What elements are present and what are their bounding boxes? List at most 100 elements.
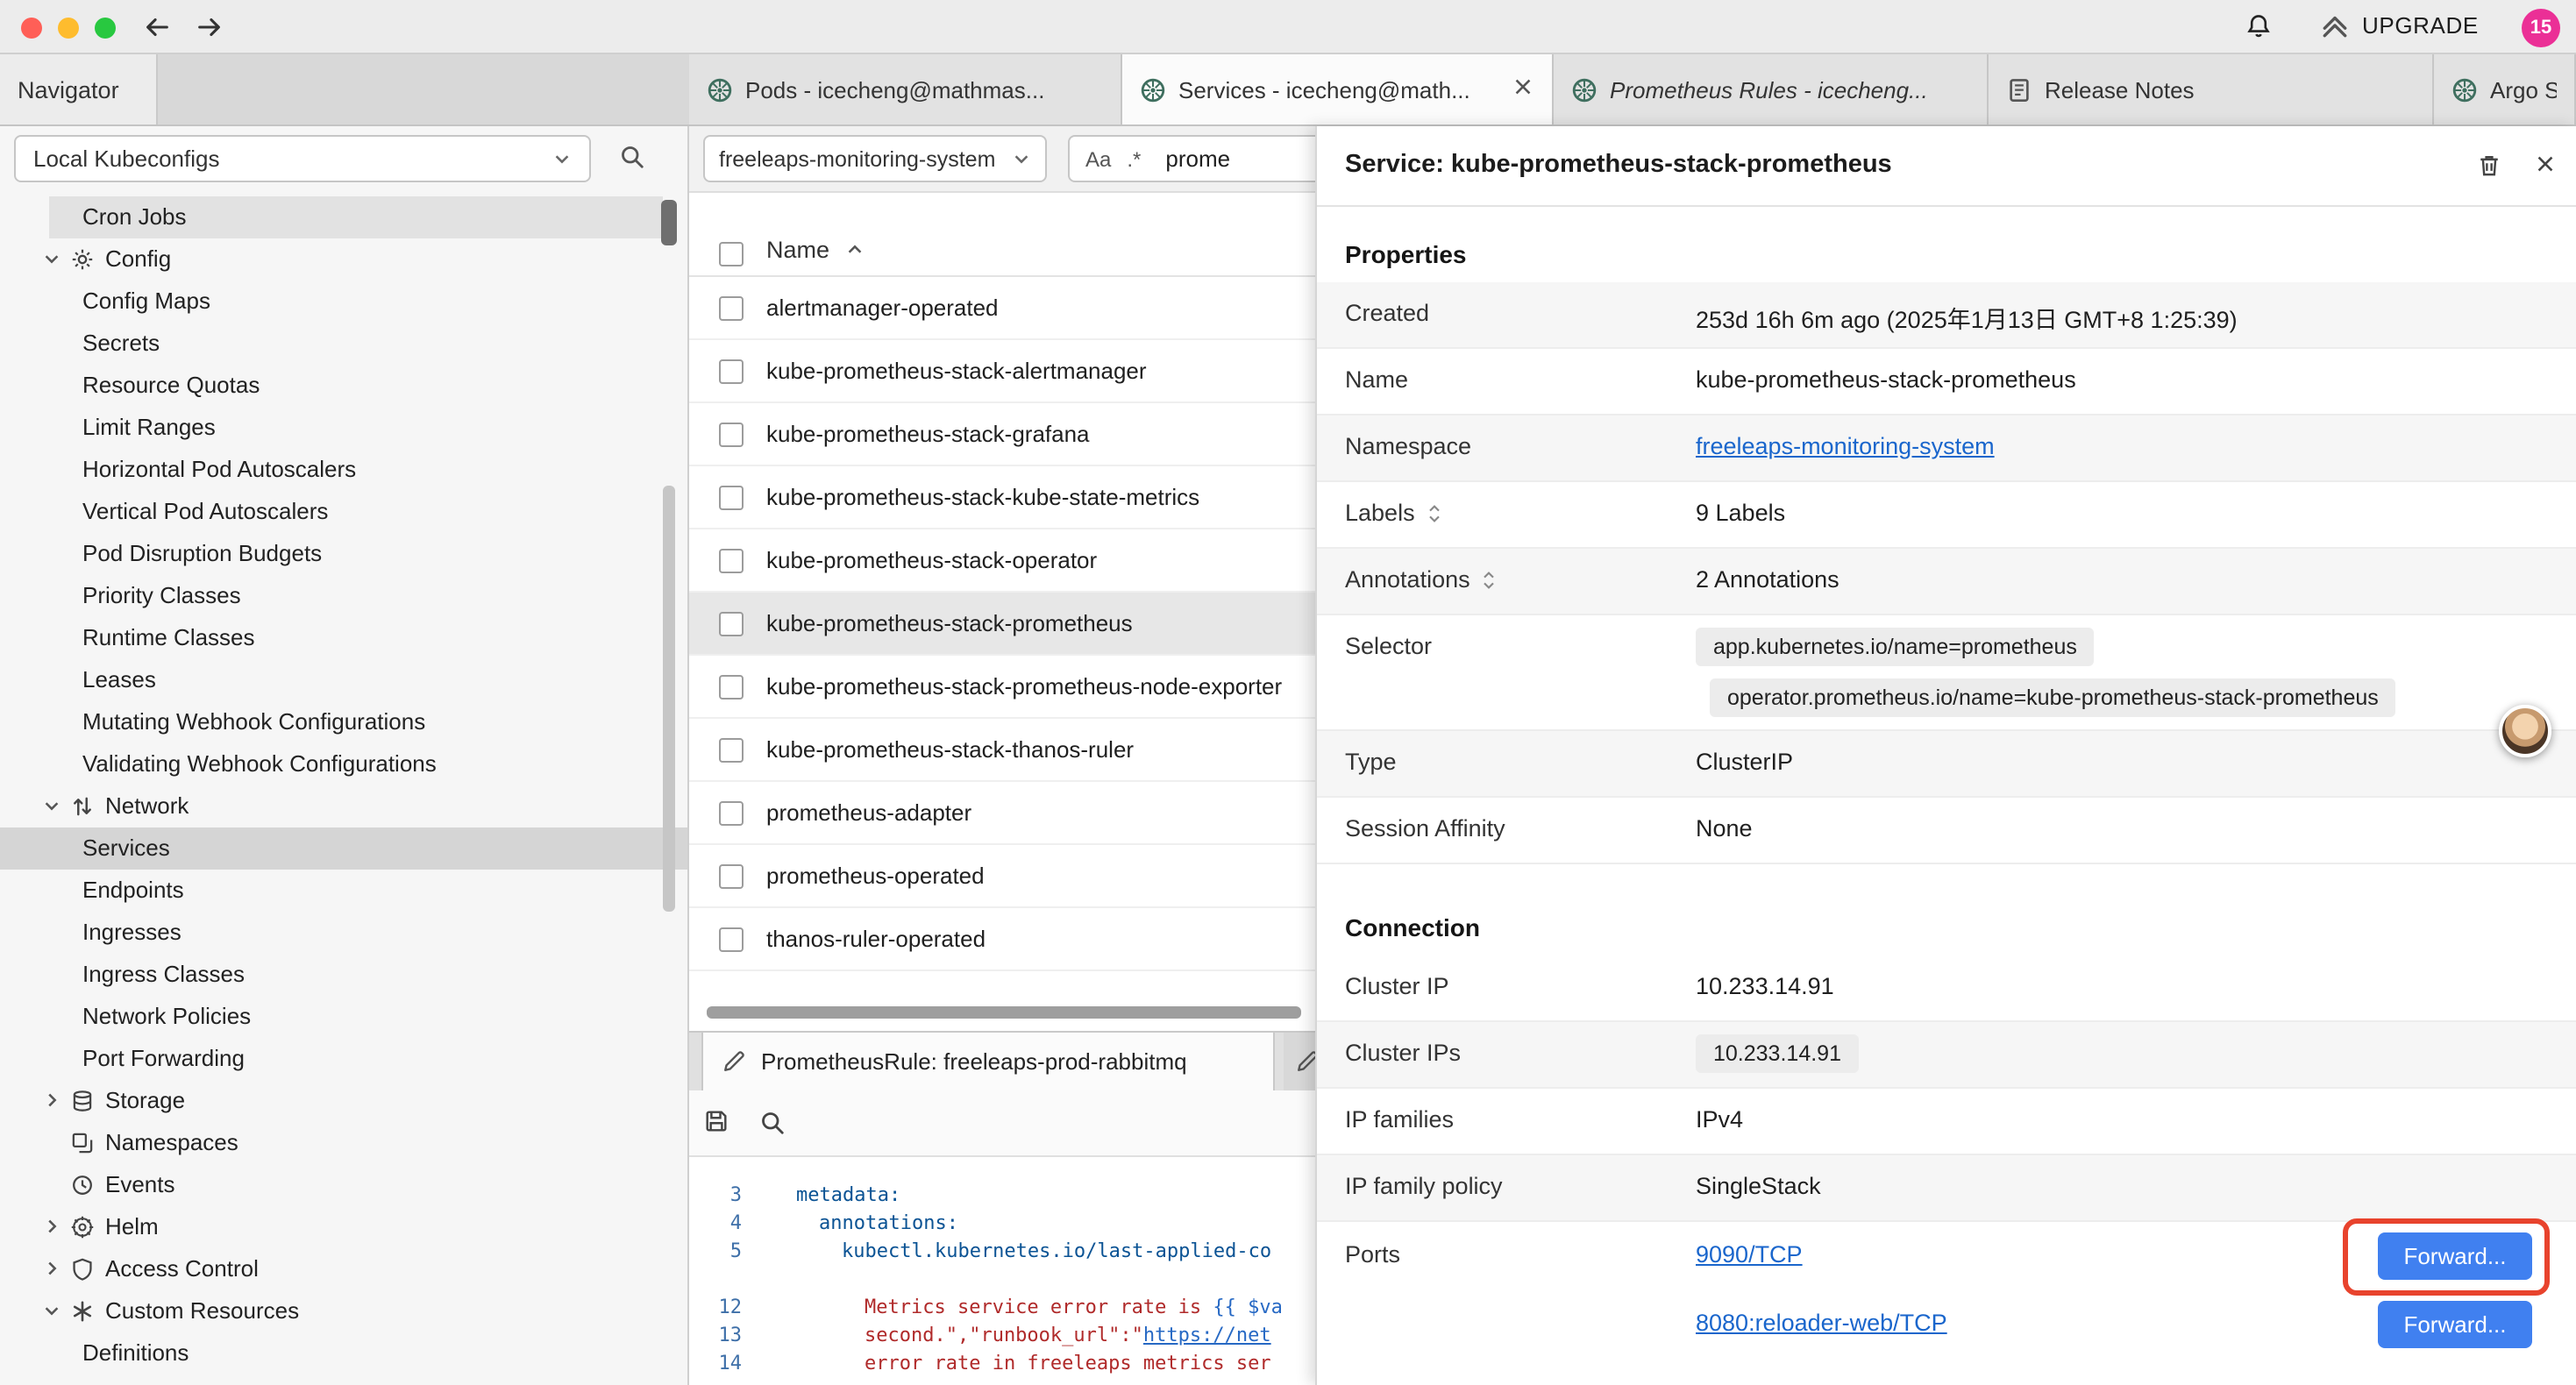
save-icon[interactable] xyxy=(703,1108,729,1134)
forward-arrow-icon[interactable] xyxy=(195,12,224,42)
sidebar-item-pod-disruption-budgets[interactable]: Pod Disruption Budgets xyxy=(0,533,687,575)
window-close-button[interactable] xyxy=(21,17,42,38)
back-arrow-icon[interactable] xyxy=(142,12,172,42)
sidebar-item-label: Helm xyxy=(105,1213,159,1239)
close-icon[interactable] xyxy=(2534,153,2557,175)
row-checkbox[interactable] xyxy=(719,675,744,700)
kubeconfig-selector[interactable]: Local Kubeconfigs xyxy=(14,135,591,182)
window-zoom-button[interactable] xyxy=(95,17,116,38)
value-chip: 10.233.14.91 xyxy=(1696,1034,1859,1073)
sidebar-item-access-control[interactable]: Access Control xyxy=(0,1248,687,1290)
upgrade-button[interactable]: UPGRADE xyxy=(2320,11,2479,40)
selector-chip: operator.prometheus.io/name=kube-prometh… xyxy=(1710,678,2396,717)
sidebar-item-limit-ranges[interactable]: Limit Ranges xyxy=(0,407,687,449)
sidebar-item-config-maps[interactable]: Config Maps xyxy=(0,281,687,323)
sidebar-item-label: Network xyxy=(105,792,189,819)
sidebar-item-definitions[interactable]: Definitions xyxy=(0,1332,687,1374)
user-avatar[interactable] xyxy=(2499,705,2551,757)
search-icon[interactable] xyxy=(759,1110,786,1136)
line-number: 3 xyxy=(689,1182,754,1210)
sidebar-item-leases[interactable]: Leases xyxy=(0,659,687,701)
sidebar-item-storage[interactable]: Storage xyxy=(0,1080,687,1122)
chevron-right-icon xyxy=(42,1217,61,1236)
port-forward-link[interactable]: 9090/TCP xyxy=(1696,1241,1803,1268)
token-key: kubectl.kubernetes.io/last-applied-co xyxy=(842,1239,1271,1262)
tab-prometheus-rules-icecheng[interactable]: Prometheus Rules - icecheng... xyxy=(1554,54,1989,124)
double-caret-icon[interactable] xyxy=(1481,569,1498,590)
namespace-link[interactable]: freeleaps-monitoring-system xyxy=(1696,433,1995,459)
row-checkbox[interactable] xyxy=(719,549,744,573)
row-checkbox[interactable] xyxy=(719,612,744,636)
table-search-input[interactable]: Aa .* prome xyxy=(1068,135,1331,182)
code-text xyxy=(754,1266,796,1294)
horizontal-scrollbar-thumb[interactable] xyxy=(707,1006,1301,1019)
tab-label: Prometheus Rules - icecheng... xyxy=(1610,76,1928,103)
navigator-tab-label: Navigator xyxy=(18,76,119,103)
sidebar-item-endpoints[interactable]: Endpoints xyxy=(0,870,687,912)
tab-pods-icecheng-mathmas[interactable]: Pods - icecheng@mathmas... xyxy=(689,54,1122,124)
sidebar-item-namespaces[interactable]: Namespaces xyxy=(0,1122,687,1164)
notification-count-badge[interactable]: 15 xyxy=(2522,9,2560,47)
tab-argo-se[interactable]: Argo Se xyxy=(2434,54,2576,124)
scrollbar-thumb[interactable] xyxy=(661,200,677,245)
sidebar-item-cron-jobs[interactable]: Cron Jobs xyxy=(0,196,687,238)
detail-drawer: Service: kube-prometheus-stack-prometheu… xyxy=(1315,126,2576,1385)
sidebar-item-port-forwarding[interactable]: Port Forwarding xyxy=(0,1038,687,1080)
regex-toggle[interactable]: .* xyxy=(1127,146,1141,171)
namespace-filter-dropdown[interactable]: freeleaps-monitoring-system xyxy=(703,135,1047,182)
name-column-header[interactable]: Name xyxy=(766,237,865,263)
service-name: kube-prometheus-stack-prometheus xyxy=(766,610,1133,636)
sidebar-item-custom-resources[interactable]: Custom Resources xyxy=(0,1290,687,1332)
window-minimize-button[interactable] xyxy=(58,17,79,38)
sidebar-item-ingress-classes[interactable]: Ingress Classes xyxy=(0,954,687,996)
search-icon[interactable] xyxy=(619,144,645,170)
property-row-cluster-ips: Cluster IPs10.233.14.91 xyxy=(1317,1022,2576,1089)
sidebar-item-ingresses[interactable]: Ingresses xyxy=(0,912,687,954)
sidebar-item-label: Ingress Classes xyxy=(82,961,245,987)
property-value: kube-prometheus-stack-prometheus xyxy=(1696,366,2076,393)
row-checkbox[interactable] xyxy=(719,296,744,321)
tab-services-icecheng-math[interactable]: Services - icecheng@math... xyxy=(1122,54,1554,124)
sidebar-item-config[interactable]: Config xyxy=(0,238,687,281)
trash-icon[interactable] xyxy=(2476,153,2502,179)
forward-button[interactable]: Forward... xyxy=(2378,1301,2532,1348)
property-value: SingleStack xyxy=(1696,1173,1821,1199)
sidebar-item-runtime-classes[interactable]: Runtime Classes xyxy=(0,617,687,659)
line-number: 12 xyxy=(689,1294,754,1322)
row-checkbox[interactable] xyxy=(719,864,744,889)
tab-release-notes[interactable]: Release Notes xyxy=(1989,54,2434,124)
editor-tab-prometheusrule[interactable]: PrometheusRule: freeleaps-prod-rabbitmq xyxy=(701,1033,1275,1090)
select-all-checkbox[interactable] xyxy=(719,242,744,266)
sidebar-item-horizontal-pod-autoscalers[interactable]: Horizontal Pod Autoscalers xyxy=(0,449,687,491)
sidebar-item-network[interactable]: Network xyxy=(0,785,687,827)
bell-icon[interactable] xyxy=(2245,12,2273,40)
sidebar-item-label: Ingresses xyxy=(82,919,181,945)
sidebar-item-vertical-pod-autoscalers[interactable]: Vertical Pod Autoscalers xyxy=(0,491,687,533)
sidebar-item-helm[interactable]: Helm xyxy=(0,1206,687,1248)
sidebar-item-priority-classes[interactable]: Priority Classes xyxy=(0,575,687,617)
namespace-filter-value: freeleaps-monitoring-system xyxy=(719,146,995,171)
close-icon[interactable] xyxy=(1512,75,1534,103)
match-case-toggle[interactable]: Aa xyxy=(1085,146,1111,171)
double-caret-icon[interactable] xyxy=(1426,502,1443,523)
row-checkbox[interactable] xyxy=(719,801,744,826)
property-label: Created xyxy=(1345,300,1429,326)
sidebar-item-events[interactable]: Events xyxy=(0,1164,687,1206)
sidebar-item-network-policies[interactable]: Network Policies xyxy=(0,996,687,1038)
sidebar-item-secrets[interactable]: Secrets xyxy=(0,323,687,365)
row-checkbox[interactable] xyxy=(719,486,744,510)
sidebar-item-validating-webhook-configurations[interactable]: Validating Webhook Configurations xyxy=(0,743,687,785)
row-checkbox[interactable] xyxy=(719,738,744,763)
row-checkbox[interactable] xyxy=(719,359,744,384)
scrollbar-thumb[interactable] xyxy=(663,486,675,912)
token-var: {{ $va xyxy=(1213,1296,1283,1318)
sidebar-item-services[interactable]: Services xyxy=(0,827,687,870)
row-checkbox[interactable] xyxy=(719,423,744,447)
navigator-panel-tab[interactable]: Navigator xyxy=(0,54,158,124)
sidebar-item-label: Vertical Pod Autoscalers xyxy=(82,498,328,524)
port-forward-link[interactable]: 8080:reloader-web/TCP xyxy=(1696,1310,1947,1336)
service-name: alertmanager-operated xyxy=(766,295,999,321)
sidebar-item-resource-quotas[interactable]: Resource Quotas xyxy=(0,365,687,407)
sidebar-item-mutating-webhook-configurations[interactable]: Mutating Webhook Configurations xyxy=(0,701,687,743)
row-checkbox[interactable] xyxy=(719,927,744,952)
